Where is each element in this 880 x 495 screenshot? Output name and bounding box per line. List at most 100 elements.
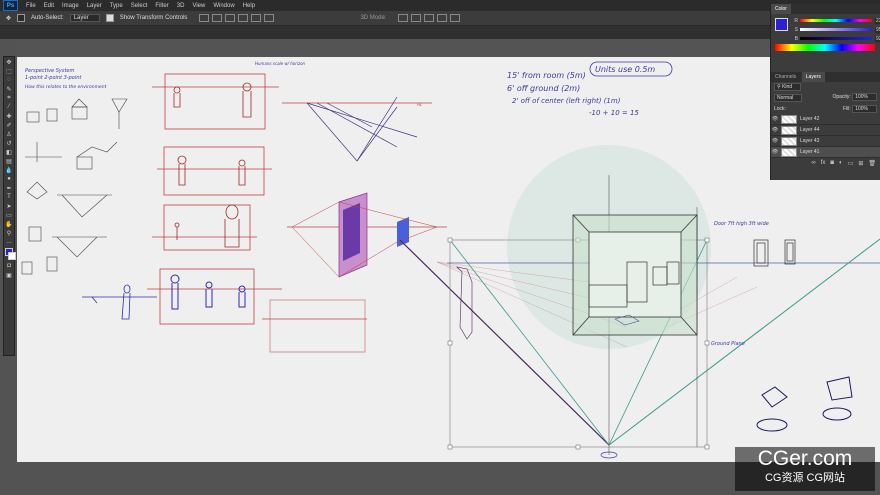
auto-select-checkbox[interactable] [17,14,26,22]
menu-view[interactable]: View [192,3,205,9]
room-perspective [572,214,698,336]
healing-brush-icon[interactable]: ✚ [4,112,14,120]
saturation-track[interactable] [800,28,872,31]
3d-slide-icon[interactable] [437,14,448,22]
3d-pan-icon[interactable] [424,14,435,22]
hue-track[interactable] [800,19,872,22]
move-icon[interactable]: ✥ [4,58,14,66]
slider-row-s[interactable]: S 95 [791,25,880,34]
layers-filter-row: ⚲ Kind [771,82,880,92]
hand-icon[interactable]: ✋ [4,220,14,228]
clone-stamp-icon[interactable]: ♙ [4,130,14,138]
auto-select-dropdown[interactable]: Layer [69,14,100,22]
tab-color[interactable]: Color [771,4,791,14]
hl-label-1: HL [417,102,423,107]
slider-row-b[interactable]: B 92 [791,34,880,43]
color-panel-header: Color [771,4,880,14]
quick-select-icon[interactable]: ✎ [4,85,14,93]
layer-thumbnail [781,136,797,146]
menu-help[interactable]: Help [243,3,255,9]
zoom-icon[interactable]: ⚲ [4,229,14,237]
brush-icon[interactable]: ✐ [4,121,14,129]
new-layer-icon[interactable]: ⊞ [858,160,863,167]
eye-icon[interactable]: 👁 [771,149,779,155]
document-tab-bar [0,26,770,39]
menu-window[interactable]: Window [213,3,234,9]
watermark-subtitle: CG资源 CG网站 [764,472,846,484]
align-middle-icon[interactable] [212,14,223,22]
color-spectrum-bar[interactable] [775,44,875,51]
3d-scale-icon[interactable] [450,14,461,22]
slider-row-r[interactable]: R 233 [791,16,880,25]
fg-swatch[interactable] [775,18,788,31]
eye-icon[interactable]: 👁 [771,127,779,133]
note-ground: Ground Plane [711,341,745,347]
kind-filter-dropdown[interactable]: ⚲ Kind [774,83,802,91]
menu-file[interactable]: File [26,3,36,9]
type-icon[interactable]: T [4,193,14,201]
align-left-icon[interactable] [238,14,249,22]
history-brush-icon[interactable]: ↺ [4,139,14,147]
more-tools-icon[interactable]: … [4,238,14,246]
shape-icon[interactable]: ▭ [4,211,14,219]
opacity-field[interactable]: 100% [852,93,877,101]
layer-row[interactable]: 👁 Layer 42 [771,114,880,125]
align-top-icon[interactable] [199,14,210,22]
align-bottom-icon[interactable] [225,14,236,22]
adjustment-icon[interactable]: ◐ [839,160,843,167]
menu-layer[interactable]: Layer [87,3,102,9]
layer-row[interactable]: 👁 Layer 41 [771,147,880,158]
screen-mode-icon[interactable]: ▣ [4,271,14,279]
blend-mode-dropdown[interactable]: Normal [774,94,803,102]
menu-filter[interactable]: Filter [155,3,168,9]
tab-layers[interactable]: Layers [801,72,825,82]
drawing-layer: Perspective System 1-point 2-point 3-poi… [21,61,880,459]
fx-icon[interactable]: fx [821,160,826,167]
brightness-track[interactable] [800,37,872,40]
eraser-icon[interactable]: ◧ [4,148,14,156]
align-right-icon[interactable] [264,14,275,22]
menu-3d[interactable]: 3D [177,3,185,9]
fill-label: Fill: [843,106,851,112]
marquee-icon[interactable]: ⬚ [4,67,14,75]
layer-thumbnail [781,147,797,157]
move-tool-icon[interactable]: ✥ [6,15,11,22]
menu-image[interactable]: Image [62,3,79,9]
background-color-swatch[interactable] [8,252,16,260]
note-offset: 2' off of center (left right) (1m) [512,97,621,105]
path-select-icon[interactable]: ➤ [4,202,14,210]
note-units: Units use 0.5m [595,65,655,74]
menu-select[interactable]: Select [131,3,148,9]
right-panels: Color R 233 S 95 B 92 Channels Layers [770,4,880,180]
align-center-icon[interactable] [251,14,262,22]
transform-controls-label: Show Transform Controls [119,15,188,21]
eye-icon[interactable]: 👁 [771,138,779,144]
eye-icon[interactable]: 👁 [771,116,779,122]
tab-channels[interactable]: Channels [771,72,800,82]
color-swatches[interactable] [4,247,16,261]
menu-edit[interactable]: Edit [44,3,54,9]
lock-label: Lock: [774,106,786,112]
document-canvas[interactable]: Perspective System 1-point 2-point 3-poi… [17,57,880,462]
pen-icon[interactable]: ✒ [4,184,14,192]
trash-icon[interactable]: 🗑 [868,160,876,167]
layer-row[interactable]: 👁 Layer 43 [771,136,880,147]
link-icon[interactable]: ∞ [811,160,815,167]
dodge-icon[interactable]: ● [4,175,14,183]
fill-field[interactable]: 100% [852,105,877,113]
blur-icon[interactable]: 💧 [4,166,14,174]
transform-controls-checkbox[interactable] [105,14,114,22]
gradient-icon[interactable]: ▤ [4,157,14,165]
crop-icon[interactable]: ⌗ [4,94,14,102]
layer-row[interactable]: 👁 Layer 44 [771,125,880,136]
blend-row: Normal Opacity: 100% [771,92,880,104]
mask-icon[interactable]: ◙ [830,160,834,167]
eyedropper-icon[interactable]: ⁄ [4,103,14,111]
lasso-icon[interactable]: ◌ [4,76,14,84]
3d-roll-icon[interactable] [411,14,422,22]
3d-orbit-icon[interactable] [398,14,409,22]
quick-mask-icon[interactable]: ◘ [4,262,14,270]
folder-icon[interactable]: ▭ [848,160,854,167]
menu-type[interactable]: Type [110,3,123,9]
note-figure-scale: Humans scale w/ horizon [255,61,306,66]
